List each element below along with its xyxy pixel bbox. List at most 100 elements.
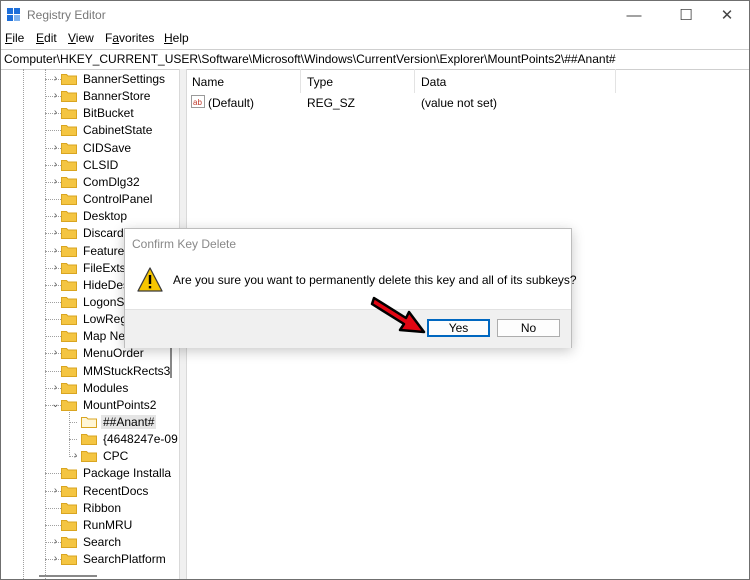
- address-path[interactable]: Computer\HKEY_CURRENT_USER\Software\Micr…: [4, 52, 616, 66]
- folder-icon: [61, 468, 77, 480]
- registry-editor-app-icon: [7, 8, 20, 21]
- folder-icon: [61, 331, 77, 343]
- folder-icon: [61, 554, 77, 566]
- chevron-right-icon[interactable]: ›: [51, 73, 60, 85]
- tree-item[interactable]: ⌄ MountPoints2: [1, 397, 179, 414]
- tree-item[interactable]: › CPC: [1, 448, 179, 465]
- tree-item[interactable]: › RecentDocs: [1, 483, 179, 500]
- chevron-right-icon[interactable]: ›: [51, 347, 60, 359]
- tree-connector-line: [45, 507, 61, 509]
- chevron-right-icon[interactable]: ›: [51, 262, 60, 274]
- tree-connector-line: [69, 439, 77, 441]
- tree-item-label: ComDlg32: [83, 174, 140, 189]
- svg-text:ab: ab: [193, 98, 202, 107]
- title-bar[interactable]: Registry Editor — ☐ ✕: [1, 1, 749, 29]
- tree-item[interactable]: › CIDSave: [1, 140, 179, 157]
- tree-item[interactable]: Ribbon: [1, 500, 179, 517]
- column-header-type[interactable]: Type: [301, 69, 415, 93]
- chevron-right-icon[interactable]: ›: [51, 107, 60, 119]
- tree-item-label: FileExts: [83, 260, 126, 275]
- chevron-right-icon[interactable]: ›: [51, 159, 60, 171]
- tree-item-label: ##Anant#: [101, 415, 157, 429]
- tree-item[interactable]: › Search: [1, 534, 179, 551]
- chevron-right-icon[interactable]: ›: [51, 245, 60, 257]
- menu-view[interactable]: View: [68, 31, 94, 45]
- tree-vertical-scrollbar[interactable]: [170, 346, 172, 378]
- folder-icon: [61, 519, 77, 531]
- tree-item[interactable]: RunMRU: [1, 517, 179, 534]
- chevron-right-icon[interactable]: ›: [51, 485, 60, 497]
- tree-item-label: SearchPlatform: [83, 552, 166, 567]
- dialog-message: Are you sure you want to permanently del…: [173, 273, 577, 287]
- folder-icon: [61, 279, 77, 291]
- folder-icon: [61, 74, 77, 85]
- tree-item-label: BitBucket: [83, 106, 134, 121]
- menu-file[interactable]: File: [5, 31, 24, 45]
- tree-item[interactable]: › CLSID: [1, 157, 179, 174]
- menu-favorites[interactable]: Favorites: [105, 31, 154, 45]
- folder-icon: [61, 365, 77, 377]
- tree-item[interactable]: › BitBucket: [1, 105, 179, 122]
- tree-item[interactable]: ControlPanel: [1, 191, 179, 208]
- chevron-right-icon[interactable]: ›: [51, 279, 60, 291]
- folder-icon: [61, 194, 77, 206]
- window-title: Registry Editor: [27, 8, 106, 22]
- list-row[interactable]: ab (Default) REG_SZ (value not set): [186, 93, 749, 111]
- tree-item[interactable]: Package Installa: [1, 465, 179, 482]
- folder-icon: [81, 434, 97, 446]
- tree-item[interactable]: ##Anant#: [1, 414, 179, 431]
- maximize-button[interactable]: ☐: [663, 1, 709, 29]
- folder-icon: [61, 211, 77, 223]
- chevron-right-icon[interactable]: ›: [51, 536, 60, 548]
- menu-help[interactable]: Help: [164, 31, 189, 45]
- tree-item[interactable]: › ComDlg32: [1, 174, 179, 191]
- tree-item-label: Desktop: [83, 209, 128, 224]
- minimize-button[interactable]: —: [611, 1, 657, 29]
- chevron-right-icon[interactable]: ›: [71, 450, 80, 462]
- tree-item[interactable]: › Modules: [1, 380, 179, 397]
- column-header-name[interactable]: Name: [186, 69, 301, 93]
- tree-item-label: CIDSave: [83, 140, 132, 155]
- value-data: (value not set): [421, 96, 498, 110]
- tree-item-label: Modules: [83, 380, 129, 395]
- folder-icon: [61, 159, 77, 171]
- tree-item[interactable]: MMStuckRects3: [1, 363, 179, 380]
- menu-edit[interactable]: Edit: [36, 31, 57, 45]
- chevron-right-icon[interactable]: ›: [51, 142, 60, 154]
- chevron-right-icon[interactable]: ›: [51, 227, 60, 239]
- tree-item[interactable]: › SearchPlatform: [1, 551, 179, 568]
- tree-connector-line: [45, 336, 61, 338]
- tree-item-label: ControlPanel: [83, 192, 153, 207]
- column-header-data[interactable]: Data: [415, 69, 616, 93]
- yes-button[interactable]: Yes: [427, 319, 490, 337]
- chevron-right-icon[interactable]: ›: [51, 382, 60, 394]
- folder-icon: [61, 485, 77, 497]
- folder-icon: [61, 176, 77, 188]
- chevron-right-icon[interactable]: ›: [51, 176, 60, 188]
- folder-icon: [61, 348, 77, 360]
- tree-item-label: {4648247e-09: [103, 432, 178, 447]
- tree-item[interactable]: CabinetState: [1, 122, 179, 139]
- tree-item[interactable]: › BannerStore: [1, 88, 179, 105]
- folder-icon: [61, 142, 77, 154]
- tree-item[interactable]: › Desktop: [1, 208, 179, 225]
- tree-item[interactable]: › BannerSettings: [1, 71, 179, 88]
- maximize-icon: ☐: [679, 7, 693, 24]
- chevron-down-icon[interactable]: ⌄: [51, 399, 60, 411]
- chevron-right-icon[interactable]: ›: [51, 210, 60, 222]
- tree-item-label: MMStuckRects3: [83, 363, 171, 378]
- tree-horizontal-scrollbar[interactable]: [39, 575, 97, 577]
- folder-icon: [61, 314, 77, 326]
- tree-item-label: BannerSettings: [83, 72, 166, 86]
- folder-icon: [61, 108, 77, 120]
- chevron-right-icon[interactable]: ›: [51, 90, 60, 102]
- chevron-right-icon[interactable]: ›: [51, 553, 60, 565]
- folder-icon: [61, 382, 77, 394]
- close-button[interactable]: ✕: [704, 1, 749, 29]
- folder-icon: [61, 296, 77, 308]
- tree-item-label: Search: [83, 535, 122, 550]
- address-bar[interactable]: Computer\HKEY_CURRENT_USER\Software\Micr…: [1, 49, 749, 70]
- tree-item[interactable]: {4648247e-09: [1, 431, 179, 448]
- no-button[interactable]: No: [497, 319, 560, 337]
- tree-item-label: CabinetState: [83, 123, 153, 138]
